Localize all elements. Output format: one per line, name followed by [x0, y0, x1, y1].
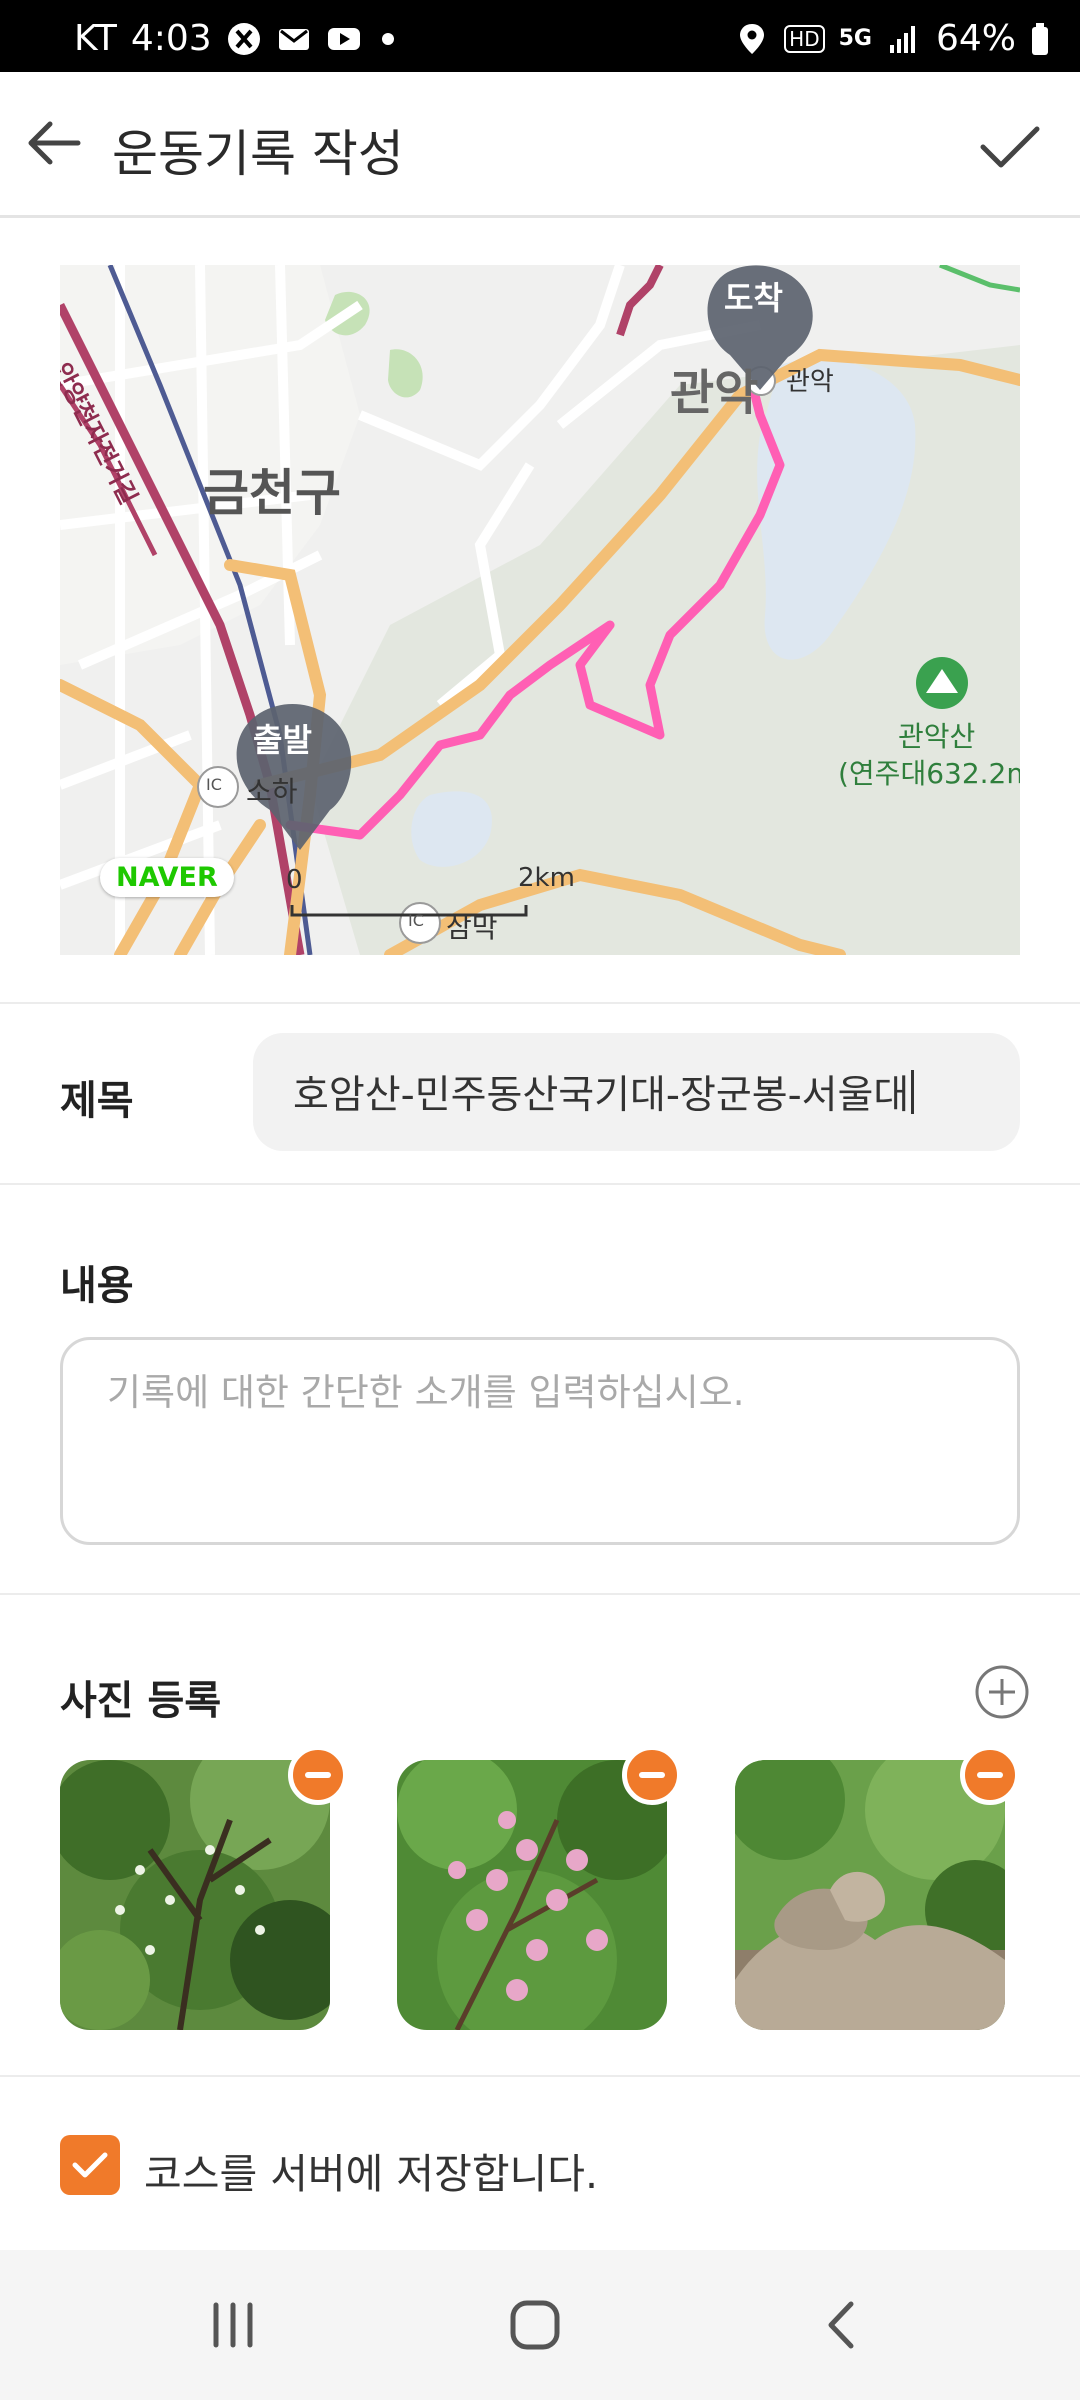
map-label-station-top: 관악 — [786, 367, 834, 397]
app-x-icon — [227, 22, 260, 55]
route-map[interactable]: 금천구 관악 관악 관악산 (연주대632.2m 안양천자전거길 IC 소하 I… — [60, 265, 1020, 955]
page-title: 운동기록 작성 — [112, 125, 404, 183]
arrow-left-icon — [28, 121, 81, 165]
photo-rock-image — [735, 1760, 1005, 2030]
map-scale-max: 2km — [518, 863, 575, 893]
divider — [0, 2075, 1080, 2077]
home-button[interactable] — [490, 2290, 580, 2360]
add-photo-icon[interactable] — [972, 1662, 1032, 1722]
naver-logo: NAVER — [100, 858, 234, 897]
battery-percent: 64% — [935, 18, 1016, 59]
check-icon — [980, 126, 1040, 168]
map-scale-zero: 0 — [286, 865, 303, 895]
minus-icon — [977, 1772, 1003, 1778]
title-label: 제목 — [60, 1078, 134, 1124]
divider — [0, 1183, 1080, 1185]
location-icon — [740, 23, 765, 54]
youtube-icon — [327, 27, 360, 50]
system-nav-bar — [0, 2250, 1080, 2400]
clock: 4:03 — [130, 18, 212, 59]
text-caret — [911, 1070, 915, 1114]
home-icon — [510, 2300, 560, 2350]
end-marker: 도착 — [724, 279, 783, 317]
minus-icon — [305, 1772, 331, 1778]
remove-photo-button[interactable] — [960, 1745, 1020, 1805]
photo-flowers-image — [397, 1760, 667, 2030]
back-chevron-icon — [828, 2301, 854, 2349]
content-placeholder: 기록에 대한 간단한 소개를 입력하십시오. — [107, 1371, 745, 1414]
divider — [0, 1002, 1080, 1004]
status-bar: KT 4:03 HD 5G 64% — [0, 0, 1080, 72]
checkmark-icon — [72, 2152, 108, 2178]
back-button[interactable] — [18, 107, 90, 179]
notification-dot — [381, 32, 394, 45]
map-label-ic-left: 소하 — [246, 775, 298, 808]
start-marker: 출발 — [253, 721, 312, 759]
minus-icon — [639, 1772, 665, 1778]
map-ic-badge-bottom: IC — [408, 911, 424, 930]
photo-tree-image — [60, 1760, 330, 2030]
map-label-ic-bottom: 삼막 — [446, 911, 498, 944]
battery-icon — [1032, 22, 1048, 55]
photo-thumbnail[interactable] — [397, 1760, 667, 2030]
network-5g-icon: 5G — [838, 26, 872, 51]
hd-icon: HD — [784, 24, 825, 53]
title-input-value: 호암산-민주동산국기대-장군봉-서울대 — [293, 1073, 910, 1118]
remove-photo-button[interactable] — [288, 1745, 348, 1805]
content-label: 내용 — [60, 1263, 134, 1309]
save-course-label[interactable]: 코스를 서버에 저장합니다. — [144, 2140, 598, 2200]
app-bar: 운동기록 작성 — [0, 72, 1080, 218]
recents-icon — [213, 2302, 253, 2348]
back-nav-button[interactable] — [795, 2290, 885, 2360]
map-label-district: 금천구 — [203, 464, 341, 522]
recents-button[interactable] — [188, 2290, 278, 2360]
photo-thumbnail[interactable] — [60, 1760, 330, 2030]
map-ic-badge-left: IC — [206, 775, 222, 794]
map-canvas — [60, 265, 1020, 955]
photo-thumbnail[interactable] — [735, 1760, 1005, 2030]
map-label-area-top: 관악 — [670, 365, 759, 421]
divider — [0, 1593, 1080, 1595]
mail-icon — [278, 28, 309, 50]
confirm-button[interactable] — [970, 107, 1050, 187]
save-course-checkbox[interactable] — [60, 2135, 120, 2195]
map-label-mountain: 관악산 — [898, 720, 976, 753]
carrier-label: KT — [74, 18, 117, 59]
title-input[interactable]: 호암산-민주동산국기대-장군봉-서울대 — [253, 1033, 1020, 1151]
photos-label: 사진 등록 — [60, 1678, 222, 1724]
content-textarea[interactable]: 기록에 대한 간단한 소개를 입력하십시오. — [60, 1337, 1020, 1545]
signal-icon — [889, 25, 915, 53]
map-label-peak: (연주대632.2m — [838, 757, 1020, 790]
remove-photo-button[interactable] — [622, 1745, 682, 1805]
